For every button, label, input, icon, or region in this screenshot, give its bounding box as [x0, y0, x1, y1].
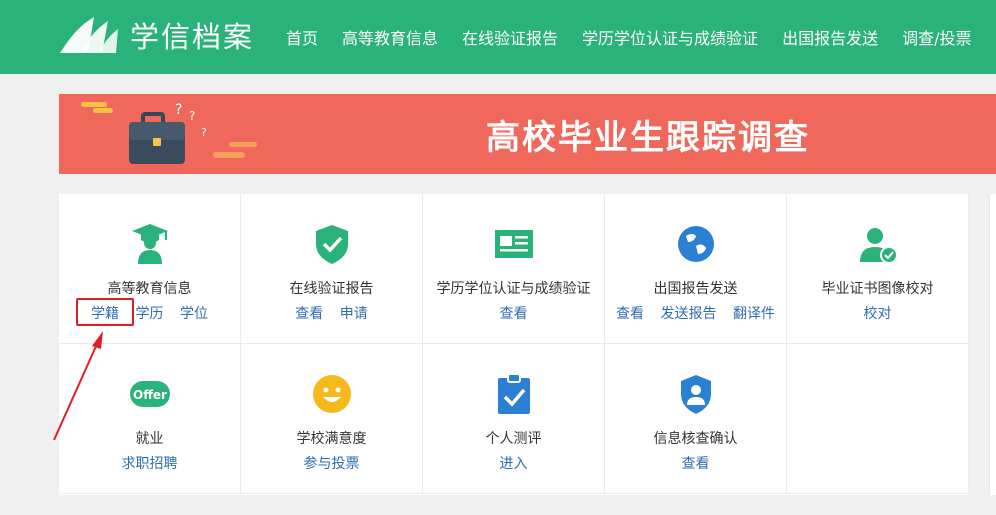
service-title: 高等教育信息: [107, 281, 192, 297]
nav-home[interactable]: 首页: [286, 25, 318, 49]
nav-online-verification-report[interactable]: 在线验证报告: [462, 25, 558, 49]
link-job-search[interactable]: 求职招聘: [122, 456, 178, 472]
link-view[interactable]: 查看: [682, 456, 710, 472]
service-links: 求职招聘: [59, 453, 240, 473]
service-online-verification: 在线验证报告 查看 申请: [241, 194, 423, 344]
nav-higher-education-info[interactable]: 高等教育信息: [342, 25, 438, 49]
banner-title: 高校毕业生跟踪调查: [486, 118, 810, 158]
nav-survey-vote[interactable]: 调查/投票: [902, 25, 971, 49]
service-links: 查看: [605, 453, 786, 473]
service-links: 进入: [423, 453, 604, 473]
side-panel-edge: [989, 194, 996, 495]
briefcase-illustration: ? ? ?: [81, 102, 257, 164]
service-degree-certification: 学历学位认证与成绩验证 查看: [423, 194, 605, 344]
service-links: 校对: [787, 303, 968, 323]
globe-icon: [678, 226, 714, 262]
service-overseas-report: 出国报告发送 查看 发送报告 翻译件: [605, 194, 787, 344]
link-view[interactable]: 查看: [616, 306, 644, 322]
survey-banner[interactable]: ? ? ? 高校毕业生跟踪调查: [59, 94, 996, 174]
main-nav: 首页 高等教育信息 在线验证报告 学历学位认证与成绩验证 出国报告发送 调查/投…: [274, 0, 983, 74]
link-translation[interactable]: 翻译件: [733, 306, 775, 322]
service-title: 就业: [135, 431, 164, 447]
service-title: 学校满意度: [296, 431, 367, 447]
service-links: 查看 申请: [241, 303, 422, 323]
service-school-satisfaction: 学校满意度 参与投票: [241, 344, 423, 494]
services-panel: 高等教育信息 学籍 学历 学位 在线验证报告 查看 申请 学历学位认证与成绩验证…: [59, 194, 969, 495]
service-info-verification: 信息核查确认 查看: [605, 344, 787, 494]
offer-icon: Offer: [130, 381, 170, 407]
service-title: 毕业证书图像校对: [821, 281, 934, 297]
logo-icon: [58, 17, 120, 55]
service-title: 学历学位认证与成绩验证: [436, 281, 591, 297]
link-send-report[interactable]: 发送报告: [661, 306, 717, 322]
user-shield-icon: [681, 375, 711, 414]
svg-text:?: ?: [175, 102, 182, 118]
graduate-icon: [132, 224, 168, 264]
id-card-icon: [495, 230, 533, 258]
link-education-record[interactable]: 学历: [136, 306, 164, 322]
service-employment: Offer 就业 求职招聘: [59, 344, 241, 494]
annotation-highlight-box: [76, 298, 134, 326]
service-personal-assessment: 个人测评 进入: [423, 344, 605, 494]
site-logo[interactable]: 学信档案: [58, 14, 254, 56]
nav-overseas-report[interactable]: 出国报告发送: [782, 25, 878, 49]
service-links: 查看 发送报告 翻译件: [605, 303, 786, 323]
offer-icon-text: Offer: [133, 388, 167, 402]
empty-cell: [787, 344, 969, 494]
clipboard-check-icon: [498, 373, 530, 414]
link-view[interactable]: 查看: [295, 306, 323, 322]
link-apply[interactable]: 申请: [340, 306, 368, 322]
svg-text:?: ?: [189, 109, 195, 123]
user-check-icon: [860, 228, 898, 264]
svg-text:?: ?: [201, 126, 207, 139]
service-links: 查看: [423, 303, 604, 323]
service-links: 参与投票: [241, 453, 422, 473]
link-view[interactable]: 查看: [500, 306, 528, 322]
smiley-icon: [313, 375, 351, 413]
link-proofread[interactable]: 校对: [864, 306, 892, 322]
service-title: 个人测评: [485, 431, 542, 447]
link-vote[interactable]: 参与投票: [304, 456, 360, 472]
service-title: 信息核查确认: [653, 431, 738, 447]
link-enter[interactable]: 进入: [500, 456, 528, 472]
service-title: 出国报告发送: [653, 281, 738, 297]
service-diploma-image-check: 毕业证书图像校对 校对: [787, 194, 969, 344]
top-header: 学信档案 首页 高等教育信息 在线验证报告 学历学位认证与成绩验证 出国报告发送…: [0, 0, 996, 74]
logo-text: 学信档案: [130, 20, 255, 54]
nav-degree-certification[interactable]: 学历学位认证与成绩验证: [582, 25, 758, 49]
shield-check-icon: [316, 225, 348, 264]
link-degree[interactable]: 学位: [180, 306, 208, 322]
service-title: 在线验证报告: [289, 281, 374, 297]
